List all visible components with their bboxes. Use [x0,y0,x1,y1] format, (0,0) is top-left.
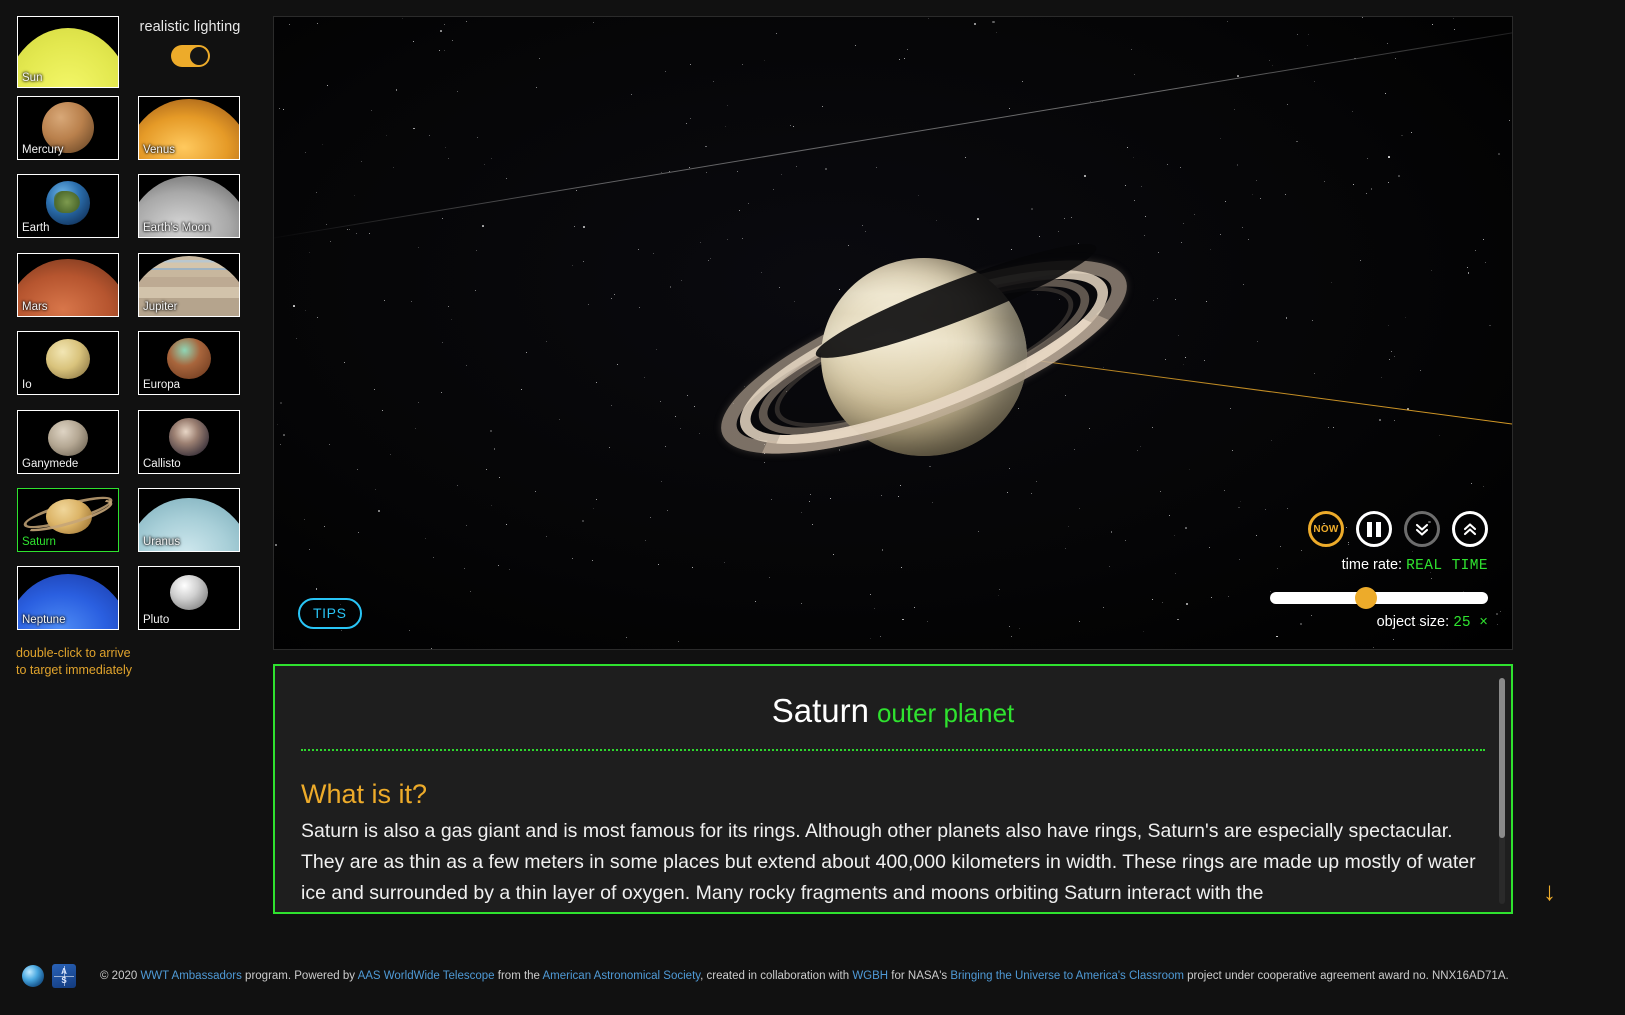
footer-credits: © 2020 WWT Ambassadors program. Powered … [100,968,1509,984]
sidebar-item-earths-moon[interactable]: Earth's Moon [138,174,240,238]
link-wgbh[interactable]: WGBH [852,970,888,982]
toggle-knob [189,47,208,65]
sidebar-item-venus[interactable]: Venus [138,96,240,160]
object-size-slider[interactable] [1270,587,1488,609]
time-rate-label: time rate: [1341,557,1403,573]
aas-logo-s: S [61,975,67,985]
realistic-lighting-label: realistic lighting [139,19,241,35]
sidebar-item-mercury[interactable]: Mercury [17,96,119,160]
io-thumbnail [18,332,118,394]
sidebar-item-label: Neptune [22,614,66,626]
time-controls: NOW time rate: REAL TIME object size: 25… [1270,511,1488,631]
sidebar-item-saturn[interactable]: Saturn [17,488,119,552]
chevron-double-up-icon [1463,523,1477,536]
sidebar-item-label: Io [22,379,32,391]
page-title: Saturn [771,692,869,729]
object-size-readout: object size: 25 × [1270,614,1488,631]
chevron-double-down-icon [1415,523,1429,536]
sidebar-item-pluto[interactable]: Pluto [138,566,240,630]
pause-button[interactable] [1356,511,1392,547]
sidebar-item-label: Callisto [143,458,181,470]
footer-text-1: program. Powered by [241,970,358,982]
object-size-label: object size: [1376,614,1450,630]
now-button-label: NOW [1313,523,1339,535]
footer-text-4: for NASA's [888,970,951,982]
object-size-slider-knob[interactable] [1354,587,1377,609]
info-body-text: Saturn is also a gas giant and is most f… [301,820,1476,904]
sidebar-item-io[interactable]: Io [17,331,119,395]
speed-up-button[interactable] [1452,511,1488,547]
sidebar-item-label: Earth's Moon [143,222,211,234]
info-panel-content: Saturn outer planet What is it? Saturn is… [275,666,1511,912]
sidebar-item-label: Uranus [143,536,181,548]
wwt-globe-logo-icon[interactable] [22,965,44,987]
footer-text-2: from the [494,970,543,982]
playback-button-row: NOW [1270,511,1488,547]
hint-line-2: to target immediately [16,663,133,677]
info-scrollbar-thumb[interactable] [1499,678,1505,838]
link-american-astronomical-society[interactable]: American Astronomical Society [543,970,701,982]
link-aas-worldwide-telescope[interactable]: AAS WorldWide Telescope [358,970,495,982]
footer-text-5: project under cooperative agreement awar… [1183,970,1509,982]
saturn-render [700,197,1148,517]
sidebar-item-callisto[interactable]: Callisto [138,410,240,474]
time-rate-readout: time rate: REAL TIME [1270,555,1488,576]
sidebar-item-mars[interactable]: Mars [17,253,119,317]
sidebar-item-label: Saturn [22,536,56,548]
link-wwt-ambassadors[interactable]: WWT Ambassadors [140,970,241,982]
sky-viewport[interactable]: TIPS NOW time rate: REAL TIME object siz… [273,16,1513,650]
footer-logos: A S [22,964,76,988]
link-bringing-the-universe[interactable]: Bringing the Universe to America's Class… [950,970,1184,982]
aas-logo-a: A [61,966,67,976]
footer-text-3: , created in collaboration with [700,970,853,982]
sidebar-item-jupiter[interactable]: Jupiter [138,253,240,317]
realistic-lighting-control: realistic lighting [138,18,242,67]
tips-button[interactable]: TIPS [298,598,362,629]
pause-icon [1367,521,1381,537]
sidebar-item-label: Europa [143,379,181,391]
page-footer: A S © 2020 WWT Ambassadors program. Powe… [0,937,1625,1015]
sidebar-item-label: Venus [143,144,175,156]
sidebar-item-earth[interactable]: Earth [17,174,119,238]
now-button[interactable]: NOW [1308,511,1344,547]
info-divider [301,749,1485,751]
slow-down-button[interactable] [1404,511,1440,547]
realistic-lighting-toggle[interactable] [170,45,210,67]
sidebar-item-europa[interactable]: Europa [138,331,240,395]
time-rate-value: REAL TIME [1406,558,1488,574]
sidebar-item-label: Sun [22,72,43,84]
scroll-down-arrow[interactable]: ↓ [1543,878,1556,904]
aas-logo-icon[interactable]: A S [52,964,76,988]
footer-copyright: © 2020 [100,970,141,982]
hint-line-1: double-click to arrive [16,646,131,660]
sidebar-item-ganymede[interactable]: Ganymede [17,410,119,474]
double-click-hint: double-click to arrive to target immedia… [16,645,206,679]
info-scrollbar[interactable] [1499,678,1505,904]
object-category: outer planet [876,698,1015,728]
sidebar-item-label: Jupiter [143,301,178,313]
sidebar-item-neptune[interactable]: Neptune [17,566,119,630]
info-section-heading: What is it? [301,779,428,809]
sidebar-item-label: Earth [22,222,50,234]
sidebar-item-uranus[interactable]: Uranus [138,488,240,552]
info-title-row: Saturn outer planet [301,686,1485,730]
sidebar-item-label: Mars [22,301,48,313]
sidebar-item-label: Mercury [22,144,64,156]
info-panel[interactable]: Saturn outer planet What is it? Saturn is… [273,664,1513,914]
sidebar-item-sun[interactable]: Sun [17,16,119,88]
object-size-value: 25 × [1453,615,1488,631]
planet-sidebar: realistic lighting Sun Mercury Venus Ear… [0,0,272,935]
sidebar-item-label: Ganymede [22,458,79,470]
sidebar-item-label: Pluto [143,614,170,626]
